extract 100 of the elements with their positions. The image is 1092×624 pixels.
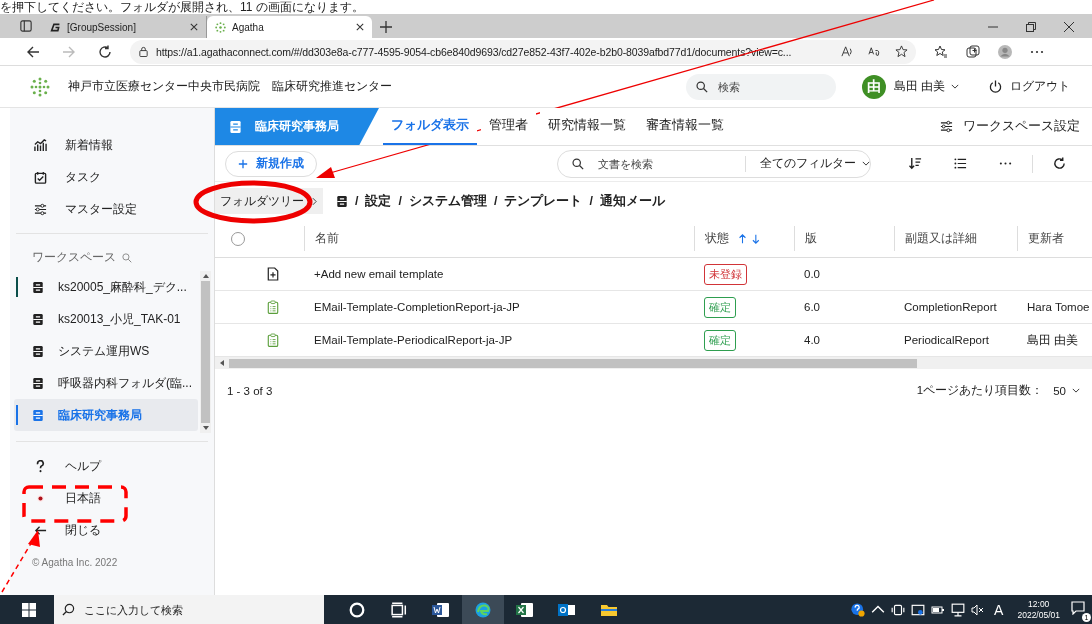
annotation-arrow: [1, 530, 40, 593]
search-field[interactable]: 検索: [717, 80, 818, 93]
workspace-heading: ワークスペース: [32, 250, 116, 265]
help-icon[interactable]: [851, 602, 866, 617]
close-icon[interactable]: [356, 23, 364, 31]
range-text: 1 - 3 of 3: [227, 384, 273, 397]
volume-muted-icon[interactable]: [971, 602, 986, 617]
search-icon: [695, 80, 708, 93]
list-icon[interactable]: [954, 157, 967, 170]
new-button[interactable]: 新規作成: [225, 150, 317, 177]
sort-icon[interactable]: [909, 157, 922, 170]
network-icon[interactable]: [951, 602, 966, 617]
breadcrumb-separator: /: [493, 194, 498, 208]
close-icon[interactable]: [1064, 22, 1074, 32]
cabinet-icon[interactable]: [336, 194, 348, 208]
copyright-text: © Agatha Inc. 2022: [31, 556, 119, 568]
table-cell: +Add new email template: [314, 268, 444, 280]
organization-name: 神戸市立医療センター中央市民病院: [68, 78, 260, 95]
sidebar-item[interactable]: ヘルプ: [10, 450, 214, 482]
word-app-icon[interactable]: [432, 601, 450, 618]
column-header[interactable]: 名前: [315, 231, 339, 246]
circle-icon[interactable]: [348, 601, 366, 618]
column-header[interactable]: 状態: [705, 231, 729, 246]
sidebar-item[interactable]: 日本語: [10, 482, 214, 514]
windows-logo-icon[interactable]: [22, 602, 36, 617]
search-icon: [62, 603, 75, 616]
translate-icon[interactable]: [868, 45, 881, 58]
scrollbar[interactable]: [200, 271, 211, 433]
workspace-item[interactable]: ks20005_麻酔科_デク...: [14, 271, 198, 303]
breadcrumb-link[interactable]: 設定: [365, 192, 392, 210]
favorite-add-icon[interactable]: [895, 45, 908, 58]
sidebar-item[interactable]: 新着情報: [10, 129, 214, 161]
status-tag: 未登録: [704, 263, 747, 285]
search-icon[interactable]: [122, 252, 132, 263]
search-field[interactable]: 検索: [685, 73, 836, 100]
table-cell: 島田 由美: [1027, 332, 1079, 348]
scrollbar[interactable]: [215, 357, 1092, 369]
column-header[interactable]: 版: [805, 231, 817, 246]
scroll-left-icon[interactable]: [219, 359, 225, 367]
task-view-icon[interactable]: [390, 601, 408, 618]
caption-text: を押下してください。フォルダが展開され、11 の画面になります。: [0, 0, 365, 14]
read-aloud-icon[interactable]: [841, 45, 854, 58]
monitor-icon[interactable]: [911, 602, 926, 617]
clipboard-list-icon: [267, 300, 279, 314]
taskbar-search-field[interactable]: ここに入力して検索: [54, 595, 324, 624]
workspace-item[interactable]: システム運用WS: [14, 335, 198, 367]
close-icon[interactable]: [190, 23, 198, 31]
device-icon[interactable]: [891, 602, 906, 617]
cabinet-icon: [229, 119, 242, 134]
collections-icon[interactable]: [966, 44, 980, 59]
sort-arrows-icon[interactable]: [739, 233, 761, 244]
chevron-down-icon: [862, 161, 870, 166]
sidebar-item[interactable]: 閉じる: [10, 514, 214, 546]
workspace-tab[interactable]: 臨床研究事務局: [215, 108, 379, 145]
workspace-item[interactable]: ks20013_小児_TAK-01: [14, 303, 198, 335]
sliders-icon: [34, 202, 47, 216]
column-header[interactable]: 更新者: [1028, 231, 1064, 246]
browser-tab[interactable]: Agatha: [207, 16, 372, 38]
user-avatar[interactable]: 由: [861, 74, 886, 99]
logout-button[interactable]: ログアウト: [989, 79, 1070, 94]
table-cell: CompletionReport: [904, 301, 997, 313]
workspace-item[interactable]: 臨床研究事務局: [14, 399, 198, 431]
sidebar-item[interactable]: マスター設定: [10, 193, 214, 225]
cabinet-icon: [32, 344, 44, 358]
outlook-app-icon[interactable]: [558, 601, 576, 618]
favorites-icon[interactable]: [934, 44, 948, 59]
user-menu[interactable]: 島田 由美: [893, 79, 959, 94]
scroll-up-icon[interactable]: [201, 273, 210, 279]
input-mode-indicator[interactable]: A: [994, 601, 1004, 618]
add-document-icon[interactable]: [267, 267, 279, 281]
breadcrumb-link[interactable]: システム管理: [408, 192, 487, 210]
scroll-down-icon[interactable]: [201, 425, 210, 431]
excel-app-icon[interactable]: [516, 601, 534, 618]
breadcrumb-separator: /: [589, 194, 593, 208]
refresh-icon[interactable]: [98, 44, 112, 59]
workspace-item[interactable]: 呼吸器内科フォルダ(臨...: [14, 367, 198, 399]
filter-dropdown[interactable]: 全てのフィルター: [746, 156, 870, 171]
breadcrumb-link[interactable]: 通知メール: [599, 192, 665, 210]
tab-actions-icon[interactable]: [20, 20, 32, 32]
notification-icon[interactable]: [1071, 600, 1085, 615]
profile-icon[interactable]: [998, 44, 1012, 59]
plus-icon: [238, 158, 248, 169]
chevron-right-icon: [312, 196, 317, 206]
search-field[interactable]: 文書を検索: [598, 157, 698, 170]
restore-icon[interactable]: [1026, 22, 1036, 32]
clock[interactable]: 12:00 2022/05/01: [1017, 598, 1060, 621]
column-header[interactable]: 副題又は詳細: [905, 231, 977, 246]
refresh-icon[interactable]: [1053, 157, 1066, 170]
folder-tree-button[interactable]: フォルダツリー: [215, 188, 323, 214]
back-icon[interactable]: [26, 44, 40, 59]
workspace-settings-button[interactable]: ワークスペース設定: [940, 108, 1092, 145]
taskbar-search-field[interactable]: ここに入力して検索: [84, 603, 284, 616]
per-page-dropdown[interactable]: 50: [1053, 384, 1080, 397]
chevron-down-icon: [951, 84, 959, 89]
question-mark-icon: [34, 459, 47, 473]
sidebar-item[interactable]: タスク: [10, 161, 214, 193]
new-tab-icon[interactable]: [380, 21, 392, 33]
search-icon: [572, 157, 584, 170]
browser-app-icon[interactable]: [474, 601, 492, 618]
breadcrumb-link[interactable]: テンプレート: [504, 192, 583, 210]
